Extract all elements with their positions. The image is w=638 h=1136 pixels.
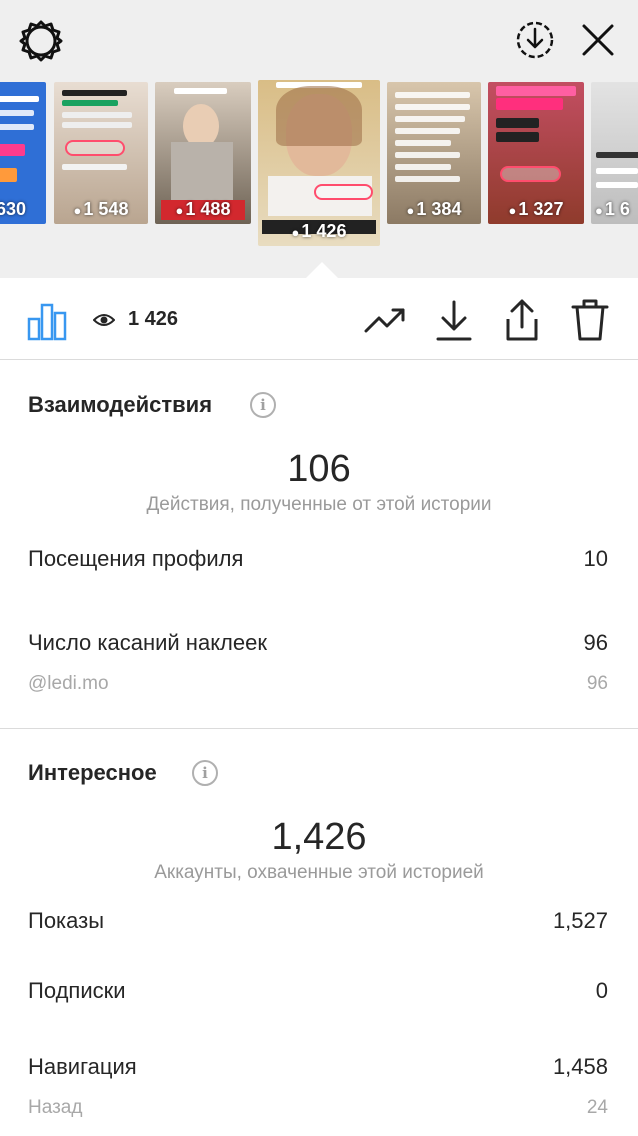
- download-circle-icon[interactable]: [513, 18, 557, 62]
- eye-icon: [92, 310, 116, 330]
- story-view-count: ● 1 384: [406, 199, 462, 219]
- story-view-count: ● 1 548: [73, 199, 129, 219]
- navigation-back-label: Назад: [28, 1097, 83, 1118]
- sticker-handle-label: @ledi.mo: [28, 673, 109, 694]
- story-thumbnail[interactable]: ● 1 384: [387, 82, 481, 224]
- interactions-title: Взаимодействия: [28, 392, 213, 417]
- story-view-count: ● 1 488: [175, 199, 231, 219]
- insights-toolbar: 1 426: [0, 278, 638, 360]
- info-icon[interactable]: i: [250, 392, 276, 418]
- story-strip-area: 630 ● 1 548 ● 1 488 ● 1 426 ● 1 384 ● 1 …: [0, 0, 638, 278]
- story-view-count: 630: [0, 199, 27, 219]
- share-icon[interactable]: [500, 296, 544, 344]
- follows-value: 0: [595, 978, 608, 1003]
- navigation-value: 1,458: [552, 1054, 608, 1079]
- discovery-total: 1,426: [271, 816, 367, 858]
- story-thumbnail[interactable]: ● 1 488: [155, 82, 251, 224]
- story-view-count: ● 1 426: [291, 221, 347, 241]
- sticker-taps-value: 96: [583, 630, 608, 655]
- story-thumbnail[interactable]: 630: [0, 82, 46, 224]
- gear-icon[interactable]: [16, 16, 66, 66]
- bar-chart-icon[interactable]: [24, 298, 70, 344]
- follows-label: Подписки: [28, 978, 126, 1003]
- selected-story-caret: [306, 262, 338, 278]
- navigation-back-value: 24: [586, 1097, 608, 1118]
- views-count: 1 426: [128, 308, 179, 330]
- discovery-title: Интересное: [28, 760, 157, 785]
- section-divider: [0, 728, 638, 729]
- info-icon[interactable]: i: [192, 760, 218, 786]
- impressions-value: 1,527: [552, 908, 608, 933]
- story-thumbnail-active[interactable]: ● 1 426: [258, 80, 380, 246]
- trash-icon[interactable]: [568, 296, 612, 344]
- story-view-count: ● 1 6: [595, 199, 630, 219]
- active-tab-indicator: [27, 356, 69, 359]
- story-thumbnail[interactable]: ● 1 548: [54, 82, 148, 224]
- navigation-label: Навигация: [28, 1054, 137, 1079]
- impressions-label: Показы: [28, 908, 105, 933]
- trending-icon[interactable]: [362, 300, 410, 340]
- story-thumbnails: 630 ● 1 548 ● 1 488 ● 1 426 ● 1 384 ● 1 …: [0, 80, 638, 246]
- sticker-taps-label: Число касаний наклеек: [28, 630, 267, 655]
- interactions-caption: Действия, полученные от этой истории: [146, 494, 492, 515]
- interactions-total: 106: [287, 448, 351, 490]
- profile-visits-value: 10: [583, 546, 608, 571]
- discovery-caption: Аккаунты, охваченные этой историей: [154, 862, 484, 883]
- story-view-count: ● 1 327: [508, 199, 564, 219]
- download-icon[interactable]: [432, 298, 476, 344]
- sticker-handle-value: 96: [586, 673, 608, 694]
- close-icon[interactable]: [576, 18, 620, 62]
- profile-visits-label: Посещения профиля: [28, 546, 244, 571]
- story-thumbnail[interactable]: ● 1 6: [591, 82, 638, 224]
- story-thumbnail[interactable]: ● 1 327: [488, 82, 584, 224]
